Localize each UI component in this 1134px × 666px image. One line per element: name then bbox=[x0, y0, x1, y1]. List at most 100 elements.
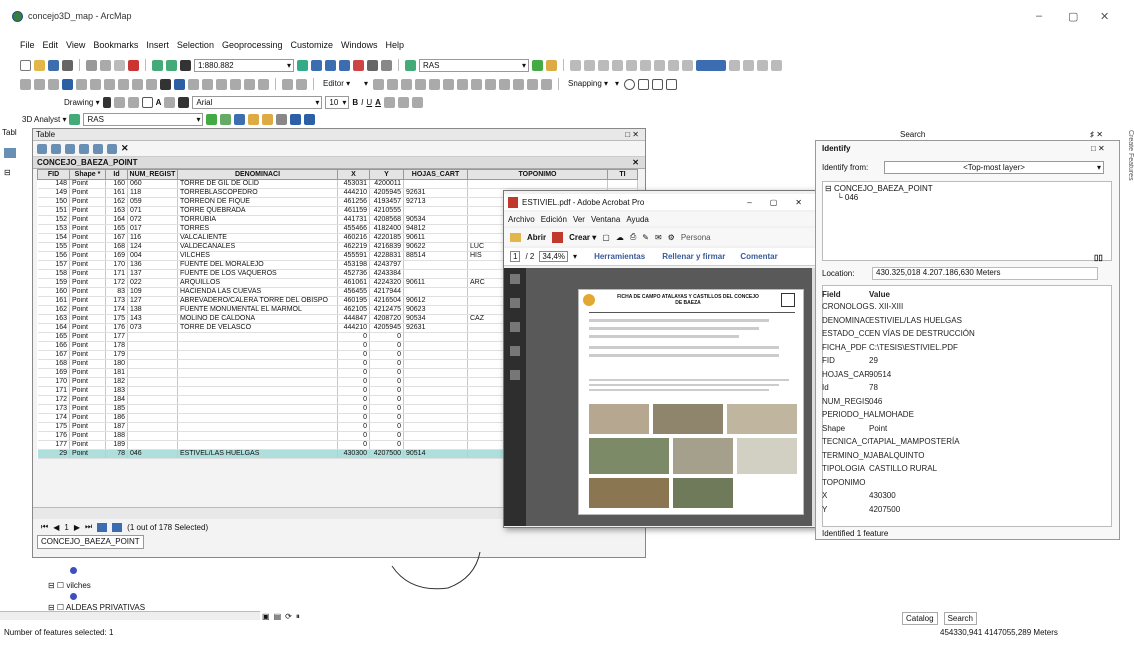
create-features-icon[interactable] bbox=[541, 78, 552, 90]
zoom-out-icon[interactable] bbox=[34, 78, 45, 90]
acro-menu-ver[interactable]: Ver bbox=[573, 215, 585, 224]
settings-icon[interactable]: ⚙ bbox=[668, 233, 675, 242]
table-icon[interactable] bbox=[296, 78, 307, 90]
identify-close-icon[interactable]: □ ✕ bbox=[1091, 144, 1105, 153]
edit-vertices-icon[interactable] bbox=[443, 78, 454, 90]
menu-view[interactable]: View bbox=[66, 40, 85, 54]
time-slider-icon[interactable] bbox=[258, 78, 269, 90]
layout-view-icon[interactable]: ▤ bbox=[274, 612, 282, 622]
show-selected-icon[interactable] bbox=[112, 522, 123, 532]
catalog-icon[interactable] bbox=[325, 59, 336, 71]
edge-snap-icon[interactable] bbox=[666, 78, 677, 90]
reshape-icon[interactable] bbox=[457, 78, 468, 90]
rotate-element-icon[interactable] bbox=[113, 96, 125, 108]
identify-field-row[interactable]: CRONOLOGIAS. XII-XIII bbox=[822, 301, 1112, 312]
tool-m-icon[interactable] bbox=[771, 59, 782, 71]
identify-field-row[interactable]: Shape Point bbox=[822, 423, 1112, 434]
tree-child[interactable]: └ 046 bbox=[825, 193, 1109, 202]
split-icon[interactable] bbox=[485, 78, 496, 90]
identify-field-row[interactable]: ESTADO_CONEN VÍAS DE DESTRUCCIÓN bbox=[822, 328, 1112, 339]
marker-color-icon[interactable] bbox=[411, 96, 423, 108]
layers-panel-icon[interactable] bbox=[510, 346, 520, 356]
save-pdf-icon[interactable]: ▢ bbox=[602, 233, 610, 242]
crear-button[interactable]: Crear ▾ bbox=[569, 233, 596, 242]
tool-l-icon[interactable] bbox=[757, 59, 768, 71]
python-icon[interactable] bbox=[367, 59, 378, 71]
edit-tool-icon[interactable] bbox=[373, 78, 384, 90]
search-tab[interactable]: Search bbox=[943, 612, 977, 625]
identify-field-row[interactable]: FICHA_PDF C:\TESIS\ESTIVIEL.PDF bbox=[822, 342, 1112, 353]
html-popup-icon[interactable] bbox=[202, 78, 213, 90]
menu-windows[interactable]: Windows bbox=[341, 40, 378, 54]
identify-icon[interactable] bbox=[174, 78, 185, 90]
rectangle-icon[interactable] bbox=[141, 96, 153, 108]
vertex-snap-icon[interactable] bbox=[652, 78, 663, 90]
identify-field-row[interactable]: FID 29 bbox=[822, 355, 1112, 366]
steepest-path-icon[interactable] bbox=[220, 113, 232, 125]
tool-f-icon[interactable] bbox=[640, 59, 651, 71]
tool-b-icon[interactable] bbox=[584, 59, 595, 71]
switch-selection-icon[interactable] bbox=[79, 143, 89, 154]
identify-field-row[interactable]: TIPOLOGIA CASTILLO RURAL bbox=[822, 463, 1112, 474]
profile-graph-icon[interactable] bbox=[276, 113, 288, 125]
comentar-tab[interactable]: Comentar bbox=[740, 252, 777, 261]
point-snap-icon[interactable] bbox=[624, 78, 635, 90]
clear-selection-icon[interactable] bbox=[146, 78, 157, 90]
italic-button[interactable]: I bbox=[361, 98, 363, 107]
show-all-icon[interactable] bbox=[97, 522, 108, 532]
identify-field-row[interactable]: Id 78 bbox=[822, 382, 1112, 393]
zoom-input[interactable]: 34,4% bbox=[539, 251, 569, 262]
arctoolbox-icon[interactable] bbox=[353, 59, 364, 71]
email-icon[interactable]: ✉ bbox=[655, 233, 662, 242]
refresh-icon[interactable]: ⟳ bbox=[285, 612, 292, 622]
arcglobe-icon[interactable] bbox=[304, 113, 316, 125]
interpolate-line-icon[interactable] bbox=[262, 113, 274, 125]
find-icon[interactable] bbox=[230, 78, 241, 90]
toc-icon[interactable] bbox=[4, 148, 16, 158]
column-header[interactable]: Id bbox=[105, 169, 128, 180]
hyperlink-icon[interactable] bbox=[188, 78, 199, 90]
identify-field-row[interactable]: NUM_REGIST046 bbox=[822, 396, 1112, 407]
pause-icon[interactable]: ⏸ bbox=[296, 612, 300, 622]
back-icon[interactable] bbox=[104, 78, 115, 90]
column-header[interactable]: NUM_REGIST bbox=[127, 169, 178, 180]
select-elements-icon[interactable] bbox=[160, 78, 171, 90]
tool-j-icon[interactable] bbox=[729, 59, 740, 71]
attributes-icon[interactable] bbox=[513, 78, 524, 90]
save-icon[interactable] bbox=[48, 59, 59, 71]
identify-field-row[interactable]: TECNICA_CO TAPIAL_MAMPOSTERÍA bbox=[822, 436, 1112, 447]
content-panel-icon[interactable] bbox=[510, 370, 520, 380]
table-of-contents-icon[interactable] bbox=[311, 59, 322, 71]
menu-file[interactable]: File bbox=[20, 40, 35, 54]
tool-k-icon[interactable] bbox=[743, 59, 754, 71]
column-header[interactable]: Shape * bbox=[69, 169, 106, 180]
tool-d-icon[interactable] bbox=[612, 59, 623, 71]
table-close-icon[interactable]: □ ✕ bbox=[625, 129, 639, 141]
toc-collapse-icon[interactable]: ⊟ bbox=[4, 168, 11, 177]
identify-field-row[interactable]: TOPONIMO bbox=[822, 477, 1112, 488]
identify-from-combo[interactable]: <Top-most layer> bbox=[884, 161, 1104, 174]
menu-help[interactable]: Help bbox=[386, 40, 405, 54]
rotate-icon[interactable] bbox=[499, 78, 510, 90]
identify-field-row[interactable]: PERIODO_HI ALMOHADE bbox=[822, 409, 1112, 420]
raster-tool2-icon[interactable] bbox=[546, 59, 557, 71]
text-tool-icon[interactable]: A bbox=[156, 98, 162, 107]
tool-a-icon[interactable] bbox=[570, 59, 581, 71]
minimize-button[interactable]: – bbox=[1036, 10, 1042, 22]
drawing-menu[interactable]: Drawing ▾ bbox=[64, 98, 100, 107]
pan-icon[interactable] bbox=[48, 78, 59, 90]
straight-segment-icon[interactable] bbox=[401, 78, 412, 90]
herramientas-tab[interactable]: Herramientas bbox=[594, 252, 645, 261]
table-options-icon[interactable] bbox=[37, 143, 47, 154]
acro-menu-archivo[interactable]: Archivo bbox=[508, 215, 535, 224]
delete-icon[interactable] bbox=[128, 59, 139, 71]
trace-icon[interactable] bbox=[415, 78, 426, 90]
fill-color-icon[interactable] bbox=[383, 96, 395, 108]
paste-icon[interactable] bbox=[114, 59, 125, 71]
zoom-dropdown-icon[interactable]: ▾ bbox=[573, 252, 577, 261]
last-record-button[interactable]: ⏭ bbox=[85, 522, 92, 532]
tool-e-icon[interactable] bbox=[626, 59, 637, 71]
identify-pin-close[interactable]: ♯ ✕ bbox=[1090, 130, 1103, 139]
layer-combo[interactable]: RAS bbox=[419, 58, 529, 72]
restore-button[interactable]: ▢ bbox=[1068, 10, 1078, 23]
